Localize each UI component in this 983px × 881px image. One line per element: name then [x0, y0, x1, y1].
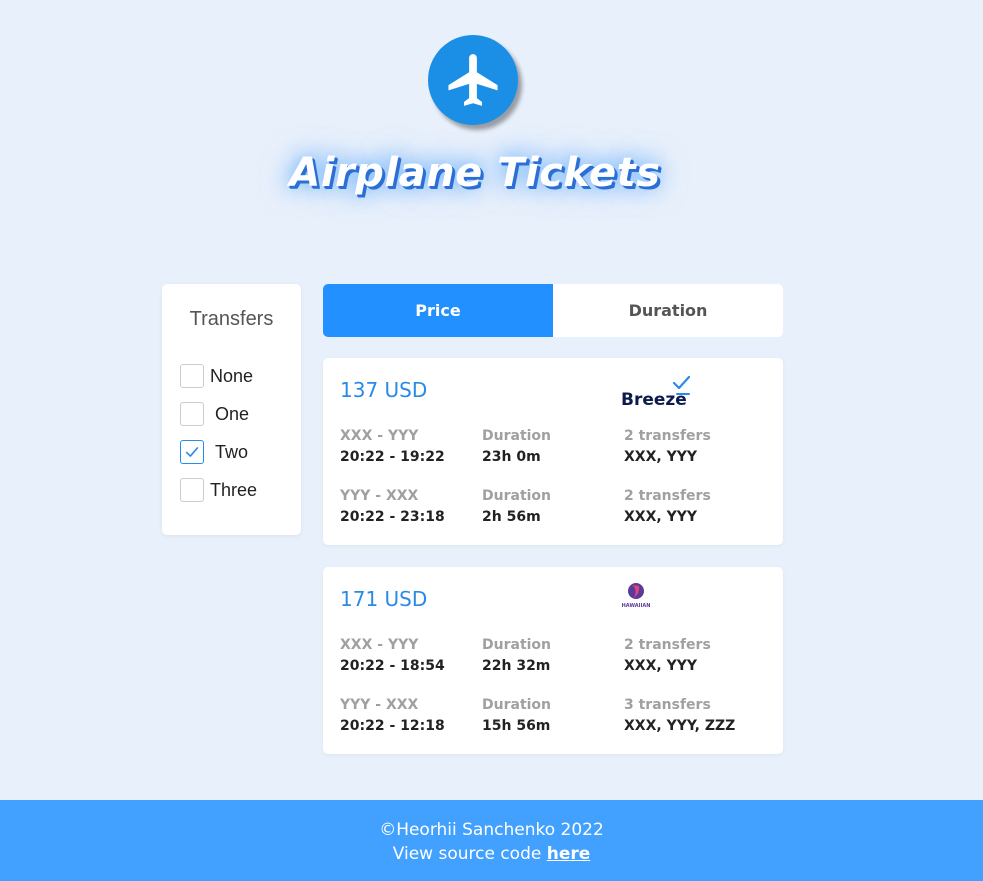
segment-duration-label: Duration [482, 488, 552, 504]
segment-time: 20:22 - 19:22 [340, 449, 445, 465]
segment-route: YYY - XXX [340, 697, 419, 713]
checkbox-two[interactable] [180, 440, 204, 464]
segment-stops-label: 2 transfers [624, 637, 711, 653]
filter-option-label: Two [215, 441, 249, 462]
hawaiian-airlines-logo: HAWAIIAN [622, 583, 651, 609]
airplane-icon [448, 54, 498, 106]
segment-route: XXX - YYY [340, 637, 419, 653]
checkbox-three[interactable] [180, 478, 204, 502]
breeze-logo: Breeze [621, 375, 691, 408]
ticket-price: 171 USD [340, 587, 428, 611]
segment-stops-label: 2 transfers [624, 428, 711, 444]
ticket-card: 171 USD HAWAIIAN XXX - YYY 20:22 - 18:54… [323, 567, 783, 754]
source-code-link[interactable]: here [547, 844, 591, 864]
filter-option-label: Three [210, 479, 258, 500]
segment-route: YYY - XXX [340, 488, 419, 504]
filter-option-label: None [210, 365, 254, 386]
page-title: Airplane Tickets [289, 150, 661, 196]
transfers-filter-panel: Transfers None One Two Three [162, 284, 301, 535]
footer-copyright: ©Heorhii Sanchenko 2022 [379, 820, 604, 840]
segment-stops-label: 2 transfers [624, 488, 711, 504]
sort-tabs: Price Duration [323, 284, 783, 337]
footer-source-line: View source code here [0, 844, 983, 864]
filter-option-one[interactable]: One [180, 401, 249, 427]
segment-stops-label: 3 transfers [624, 697, 711, 713]
segment-duration-label: Duration [482, 637, 552, 653]
segment-duration: 15h 56m [482, 718, 551, 734]
checkbox-one[interactable] [180, 402, 204, 426]
svg-text:Breeze: Breeze [621, 390, 687, 408]
segment-stops: XXX, YYY [624, 658, 697, 674]
segment-duration: 23h 0m [482, 449, 541, 465]
filter-option-none[interactable]: None [180, 363, 253, 389]
segment-duration: 22h 32m [482, 658, 551, 674]
check-icon [185, 447, 199, 457]
svg-text:HAWAIIAN: HAWAIIAN [622, 603, 651, 609]
ticket-price: 137 USD [340, 378, 428, 402]
page: Airplane Tickets Transfers None One Two … [0, 0, 983, 881]
segment-time: 20:22 - 12:18 [340, 718, 445, 734]
segment-time: 20:22 - 23:18 [340, 509, 445, 525]
footer-source-text: View source code [392, 844, 542, 864]
checkbox-none[interactable] [180, 364, 204, 388]
segment-stops: XXX, YYY, ZZZ [624, 718, 736, 734]
filter-option-label: One [215, 403, 250, 424]
filter-option-three[interactable]: Three [180, 477, 257, 503]
segment-stops: XXX, YYY [624, 449, 697, 465]
segment-duration: 2h 56m [482, 509, 541, 525]
segment-duration-label: Duration [482, 428, 552, 444]
tab-price[interactable]: Price [323, 284, 553, 337]
ticket-card: 137 USD Breeze XXX - YYY 20:22 - 19:22 D… [323, 358, 783, 545]
app-logo [428, 35, 518, 125]
filter-title: Transfers [189, 308, 274, 330]
segment-stops: XXX, YYY [624, 509, 697, 525]
footer: ©Heorhii Sanchenko 2022 View source code… [0, 800, 983, 881]
segment-route: XXX - YYY [340, 428, 419, 444]
tab-duration[interactable]: Duration [553, 284, 783, 337]
segment-time: 20:22 - 18:54 [340, 658, 445, 674]
segment-duration-label: Duration [482, 697, 552, 713]
filter-option-two[interactable]: Two [180, 439, 248, 465]
